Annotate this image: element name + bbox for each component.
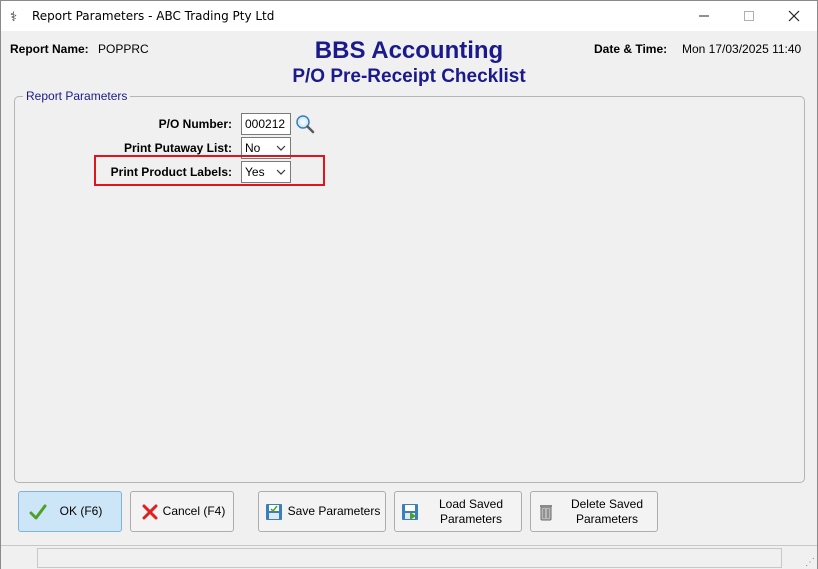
resize-grip-icon[interactable]: ⋰ xyxy=(805,557,815,568)
po-number-label: P/O Number: xyxy=(158,117,232,131)
report-parameters-window: ⚕ Report Parameters - ABC Trading Pty Lt… xyxy=(0,0,818,569)
datetime-value: Mon 17/03/2025 11:40 xyxy=(682,42,802,56)
cancel-button[interactable]: Cancel (F4) xyxy=(130,491,234,532)
chevron-down-icon xyxy=(276,145,286,151)
status-panel xyxy=(37,548,782,568)
print-putaway-label: Print Putaway List: xyxy=(123,141,232,155)
save-label: Save Parameters xyxy=(287,504,381,518)
load-label-line2: Parameters xyxy=(439,512,503,526)
search-icon xyxy=(296,115,315,134)
checkmark-icon xyxy=(29,504,47,520)
save-parameters-button[interactable]: Save Parameters xyxy=(258,491,386,532)
delete-saved-parameters-button[interactable]: Delete Saved Parameters xyxy=(530,491,658,532)
datetime-label: Date & Time: xyxy=(594,42,668,56)
cancel-label: Cancel (F4) xyxy=(162,504,226,518)
load-icon xyxy=(402,504,418,520)
group-legend: Report Parameters xyxy=(23,89,131,103)
load-label-line1: Load Saved xyxy=(438,497,504,511)
delete-label-line1: Delete Saved xyxy=(570,497,644,511)
minimize-icon xyxy=(699,15,709,17)
maximize-icon xyxy=(744,11,754,21)
svg-text:⚕: ⚕ xyxy=(10,10,17,24)
app-icon: ⚕ xyxy=(10,10,17,24)
cancel-x-icon xyxy=(142,504,158,520)
maximize-button[interactable] xyxy=(726,1,772,31)
title-bar[interactable]: ⚕ Report Parameters - ABC Trading Pty Lt… xyxy=(1,1,817,31)
load-saved-parameters-button[interactable]: Load Saved Parameters xyxy=(394,491,522,532)
delete-label-line2: Parameters xyxy=(575,512,639,526)
close-icon xyxy=(788,10,800,22)
ok-label: OK (F6) xyxy=(59,504,103,518)
ok-button[interactable]: OK (F6) xyxy=(18,491,122,532)
report-title: P/O Pre-Receipt Checklist xyxy=(292,66,526,87)
status-bar: ⋰ xyxy=(1,545,817,569)
save-icon xyxy=(266,504,282,520)
close-button[interactable] xyxy=(771,1,817,31)
window-title: Report Parameters - ABC Trading Pty Ltd xyxy=(32,9,275,23)
minimize-button[interactable] xyxy=(681,1,727,31)
highlight-box xyxy=(94,155,325,186)
delete-bin-icon xyxy=(540,505,552,521)
po-search-button[interactable] xyxy=(295,114,315,134)
print-putaway-value: No xyxy=(245,141,261,155)
po-number-input[interactable]: 000212 xyxy=(241,113,291,135)
